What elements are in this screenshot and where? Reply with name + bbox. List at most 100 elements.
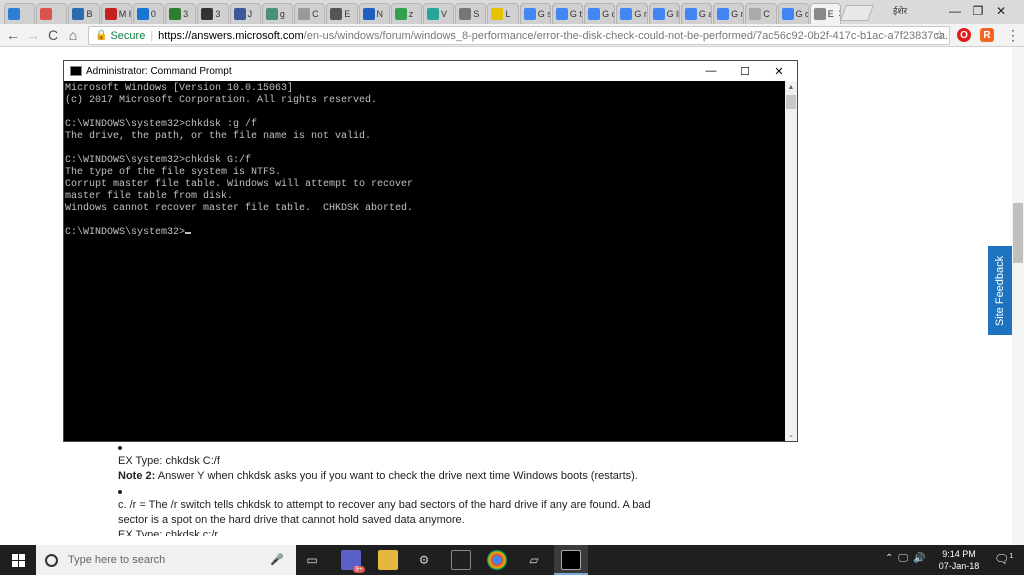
tab-label: G n (634, 9, 648, 19)
file-explorer-icon[interactable] (378, 550, 398, 570)
system-tray: ⌃ 🖵 🔊 (885, 553, 925, 564)
app-icon-badge[interactable]: 9+ (341, 550, 365, 573)
taskbar-search-box[interactable]: Type here to search 🎤 (36, 545, 296, 575)
cmd-taskbar-button[interactable] (554, 545, 588, 575)
bookmark-star-icon[interactable]: ☆ (934, 28, 945, 42)
forward-button[interactable]: → (24, 26, 42, 44)
browser-toolbar: ← → C ⌂ 🔒 Secure | https://answers.micro… (0, 24, 1024, 47)
browser-tab[interactable]: 3 (165, 3, 197, 24)
url-host: https://answers.microsoft.com (158, 29, 304, 42)
answer-content: EX Type: chkdsk C:/f Note 2: Answer Y wh… (118, 440, 678, 536)
browser-menu-icon[interactable]: ⋮ (1006, 27, 1020, 44)
browser-tab[interactable]: G li (648, 3, 680, 24)
cmd-icon (561, 550, 581, 570)
console-line: (c) 2017 Microsoft Corporation. All righ… (65, 95, 378, 106)
new-tab-button[interactable] (840, 5, 874, 21)
tab-favicon-icon (104, 8, 117, 20)
browser-tab[interactable]: g (261, 3, 294, 24)
tab-favicon-icon (8, 8, 20, 20)
example-chkdsk-f: EX Type: chkdsk C:/f (118, 455, 220, 467)
command-prompt-window[interactable]: Administrator: Command Prompt — ☐ ✕ Micr… (63, 60, 798, 442)
back-button[interactable]: ← (4, 26, 22, 44)
taskbar-clock[interactable]: 9:14 PM 07-Jan-18 (938, 548, 980, 572)
network-icon[interactable]: 🖵 (898, 553, 908, 564)
browser-tab[interactable]: 0 (132, 3, 165, 24)
tab-label: z (408, 9, 414, 19)
cmd-console-output[interactable]: Microsoft Windows [Version 10.0.15063] (c… (64, 81, 785, 441)
browser-tab[interactable]: z (390, 3, 422, 24)
cmd-window-icon (70, 66, 82, 76)
browser-tab[interactable]: G s (519, 3, 551, 24)
action-center-icon[interactable]: 🗨1 (994, 552, 1013, 566)
browser-tab[interactable]: E✕ (809, 3, 841, 24)
console-line: Microsoft Windows [Version 10.0.15063] (65, 83, 294, 94)
browser-tab[interactable]: N (358, 3, 390, 24)
tab-label: J (247, 9, 253, 19)
badge-count: 9+ (353, 566, 365, 573)
browser-tab[interactable]: J (229, 3, 261, 24)
browser-tab[interactable]: G c (584, 3, 616, 24)
task-view-icon[interactable]: ▭ (302, 550, 322, 570)
browser-tab[interactable] (4, 3, 36, 24)
browser-tab[interactable]: G t (551, 3, 584, 24)
microphone-icon[interactable]: 🎤 (270, 553, 284, 566)
browser-tab[interactable]: G a (680, 3, 713, 24)
tab-favicon-icon (330, 8, 343, 20)
cmd-minimize-button[interactable]: — (694, 61, 728, 81)
browser-tab[interactable]: G n (616, 3, 648, 24)
browser-tab[interactable]: G n (713, 3, 745, 24)
cmd-scroll-down-icon[interactable]: ⌄ (785, 429, 797, 441)
console-line: Windows cannot recover master file table… (65, 203, 414, 214)
tab-favicon-icon (555, 8, 568, 20)
page-scrollbar[interactable] (1012, 47, 1024, 545)
window-close-button[interactable]: ✕ (978, 0, 1024, 22)
browser-tab[interactable]: V (423, 3, 455, 24)
cmd-close-button[interactable]: ✕ (762, 61, 796, 81)
browser-tab[interactable]: C (294, 3, 326, 24)
console-line: The type of the file system is NTFS. (65, 167, 282, 178)
cmd-scrollbar[interactable]: ▲ ⌄ (785, 81, 797, 441)
url-path: /en-us/windows/forum/windows_8-performan… (303, 29, 949, 42)
console-prompt[interactable]: C:\WINDOWS\system32> (65, 227, 785, 239)
browser-tab[interactable]: S (455, 3, 487, 24)
windows-taskbar: Type here to search 🎤 ▭ 9+ ⚙ ▱ ⌃ 🖵 🔊 9:1… (0, 545, 1024, 575)
bullet (118, 490, 122, 494)
browser-tab[interactable]: E (326, 3, 358, 24)
browser-tab[interactable]: B (68, 3, 100, 24)
search-placeholder: Type here to search (68, 554, 166, 566)
volume-icon[interactable]: 🔊 (913, 553, 925, 564)
cmd-title-bar[interactable]: Administrator: Command Prompt — ☐ ✕ (64, 61, 797, 81)
browser-tab[interactable]: C (745, 3, 777, 24)
cmd-scroll-up-icon[interactable]: ▲ (785, 81, 797, 93)
chrome-icon[interactable] (487, 550, 507, 570)
profile-name[interactable]: ईशेर (893, 4, 907, 17)
tray-chevron-icon[interactable]: ⌃ (885, 553, 893, 564)
tab-favicon-icon (201, 8, 214, 20)
browser-tab[interactable]: M Ir (100, 3, 132, 24)
cmd-maximize-button[interactable]: ☐ (728, 61, 762, 81)
page-scrollbar-thumb[interactable] (1013, 203, 1023, 263)
tab-label: 3 (215, 9, 221, 19)
steam-icon[interactable]: ⚙ (414, 550, 434, 570)
browser-tab[interactable]: L (487, 3, 519, 24)
tab-favicon-icon (72, 8, 85, 20)
app-icon[interactable]: ▱ (524, 550, 544, 570)
address-bar[interactable]: 🔒 Secure | https://answers.microsoft.com… (88, 26, 950, 45)
tab-favicon-icon (233, 8, 246, 20)
opera-extension-icon[interactable]: O (957, 28, 971, 42)
tab-favicon-icon (427, 8, 439, 20)
browser-tab[interactable]: 3 (197, 3, 229, 24)
cmd-scrollbar-thumb[interactable] (786, 95, 796, 109)
site-feedback-button[interactable]: Site Feedback (988, 246, 1012, 335)
start-button[interactable] (0, 545, 36, 575)
reload-button[interactable]: C (44, 26, 62, 44)
tab-favicon-icon (684, 8, 697, 20)
tab-label: L (505, 9, 511, 19)
browser-tab[interactable]: G c (777, 3, 809, 24)
browser-tab[interactable] (36, 3, 68, 24)
rss-extension-icon[interactable]: R (980, 28, 994, 42)
tab-label: G c (602, 9, 616, 19)
app-icon[interactable] (451, 550, 471, 570)
home-button[interactable]: ⌂ (64, 26, 82, 44)
